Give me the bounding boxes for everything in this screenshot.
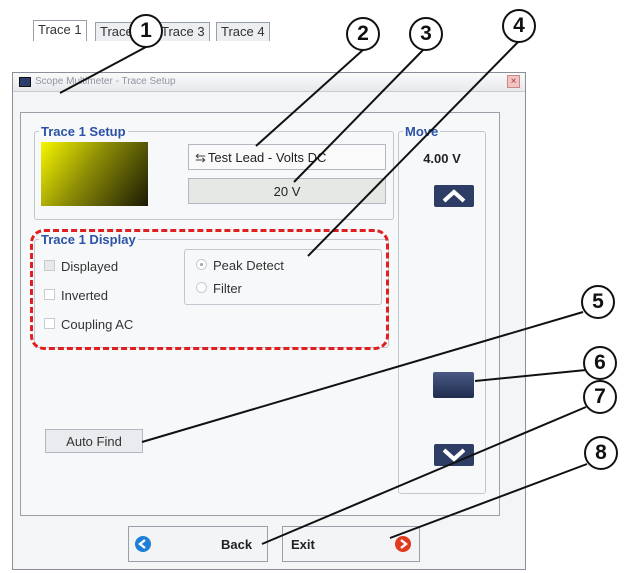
callout-1: 1: [129, 14, 163, 48]
callout-8: 8: [584, 436, 618, 470]
callout-3: 3: [409, 17, 443, 51]
callout-6: 6: [583, 346, 617, 380]
callout-leader-lines: [59, 40, 588, 545]
callout-4: 4: [502, 9, 536, 43]
callout-5: 5: [581, 285, 615, 319]
callout-7: 7: [583, 380, 617, 414]
tab-trace-1[interactable]: Trace 1: [33, 20, 87, 41]
callout-2: 2: [346, 17, 380, 51]
